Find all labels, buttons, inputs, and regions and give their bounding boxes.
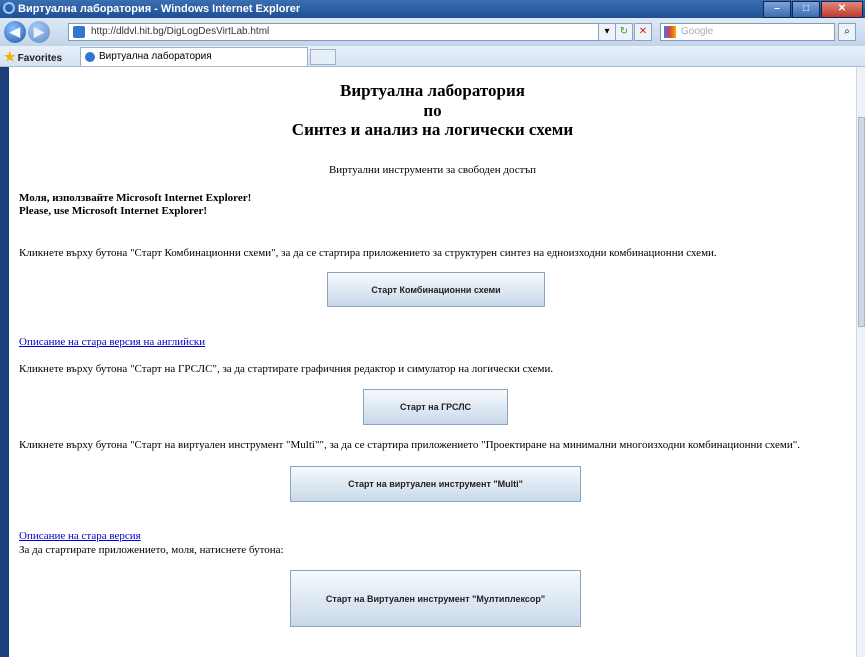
start-multi-button[interactable]: Старт на виртуален инструмент "Multi" (290, 466, 581, 502)
favorites-button[interactable]: ★ Favorites (4, 49, 62, 65)
page-title-line3: Синтез и анализ на логически схеми (291, 120, 574, 139)
warning-bg: Моля, използвайте Microsoft Internet Exp… (19, 192, 252, 204)
warning-en: Please, use Microsoft Internet Explorer! (19, 205, 208, 217)
search-placeholder: Google (681, 26, 714, 37)
start-combinational-button[interactable]: Старт Комбинационни схеми (327, 272, 545, 307)
address-bar[interactable]: http://dldvl.hit.bg/DigLogDesVirtLab.htm… (68, 23, 608, 41)
page-title-line1: Виртуална лаборатория (340, 81, 525, 100)
minimize-button[interactable]: – (763, 1, 791, 18)
maximize-button[interactable]: □ (792, 1, 820, 18)
navigation-bar: ◀ ▶ http://dldvl.hit.bg/DigLogDesVirtLab… (0, 18, 865, 46)
page-title-line2: по (423, 101, 442, 120)
window-titlebar: Виртуална лаборатория - Windows Internet… (0, 0, 865, 18)
start-grsls-button[interactable]: Старт на ГРСЛС (363, 389, 508, 425)
tab-ie-icon (85, 52, 95, 62)
instruction-grsls: Кликнете върху бутона "Старт на ГРСЛС", … (19, 363, 554, 375)
window-title: Виртуална лаборатория - Windows Internet… (18, 3, 301, 15)
address-dropdown-icon[interactable]: ▾ (598, 23, 616, 41)
instruction-multi: Кликнете върху бутона "Старт на виртуале… (19, 439, 800, 451)
star-icon: ★ (4, 49, 16, 64)
new-tab-button[interactable] (310, 49, 336, 65)
ie-logo-icon (3, 2, 15, 14)
address-text: http://dldvl.hit.bg/DigLogDesVirtLab.htm… (91, 26, 270, 37)
search-input[interactable]: Google (660, 23, 835, 41)
google-icon (664, 26, 676, 38)
forward-button[interactable]: ▶ (28, 21, 50, 43)
back-button[interactable]: ◀ (4, 21, 26, 43)
scrollbar-thumb[interactable] (858, 117, 865, 327)
page-content: Виртуална лаборатория по Синтез и анализ… (9, 67, 856, 657)
old-version-english-link[interactable]: Описание на стара версия на английски (19, 336, 205, 348)
browser-tab[interactable]: Виртуална лаборатория (80, 47, 308, 66)
old-version-link[interactable]: Описание на стара версия (19, 530, 141, 542)
instruction-multiplexer: За да стартирате приложението, моля, нат… (19, 544, 284, 556)
page-subtitle: Виртуални инструменти за свободен достъп (328, 164, 537, 176)
vertical-scrollbar[interactable] (856, 67, 865, 657)
page-icon (73, 26, 85, 38)
stop-icon[interactable]: ✕ (634, 23, 652, 41)
refresh-icon[interactable]: ↻ (615, 23, 633, 41)
search-icon[interactable]: ⌕ (838, 23, 856, 41)
start-multiplexer-button[interactable]: Старт на Виртуален инструмент "Мултиплек… (290, 570, 581, 627)
favorites-label: Favorites (17, 53, 63, 64)
close-button[interactable]: ✕ (821, 1, 863, 18)
instruction-combinational: Кликнете върху бутона "Старт Комбинацион… (19, 247, 717, 259)
tab-label: Виртуална лаборатория (99, 51, 212, 62)
favorites-bar: ★ Favorites Виртуална лаборатория (0, 46, 865, 67)
